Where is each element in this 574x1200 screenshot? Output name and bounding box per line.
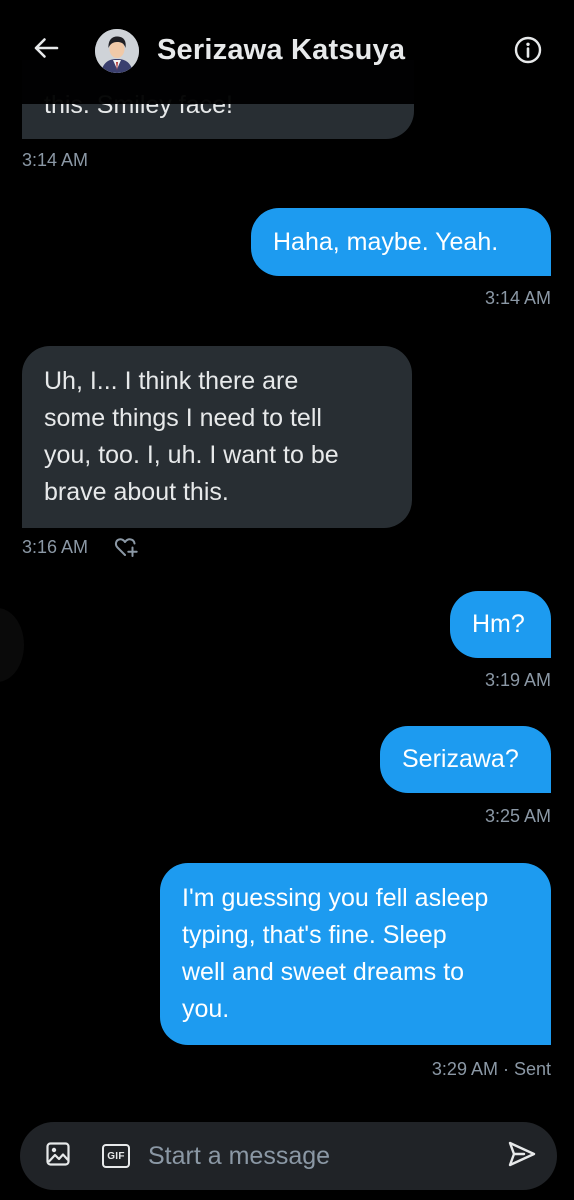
- dm-conversation-screen: this. Smiley face! 3:14 AM Haha, maybe. …: [0, 0, 574, 1200]
- message-line: well and sweet dreams to: [182, 958, 465, 986]
- arrow-left-icon: [32, 34, 60, 67]
- message-line: Hm?: [472, 610, 525, 638]
- message-bubble-sent[interactable]: Serizawa?: [380, 726, 551, 793]
- back-button[interactable]: [26, 30, 66, 70]
- message-bubble-received[interactable]: Uh, I... I think there are some things I…: [22, 346, 412, 528]
- message-bubble-sent[interactable]: Hm?: [450, 591, 551, 658]
- message-line: you.: [182, 995, 230, 1023]
- message-status-timestamp: 3:29 AM · Sent: [431, 1059, 551, 1079]
- add-photo-button[interactable]: [42, 1140, 74, 1172]
- message-timestamp: 3:19 AM: [484, 670, 551, 690]
- message-line: Serizawa?: [402, 745, 519, 773]
- message-line: typing, that's fine. Sleep: [182, 921, 447, 949]
- avatar[interactable]: [95, 29, 139, 73]
- message-timestamp: 3:14 AM: [22, 150, 89, 170]
- conversation-info-button[interactable]: [510, 34, 546, 70]
- contact-name[interactable]: Serizawa Katsuya: [157, 34, 405, 67]
- message-line: I'm guessing you fell asleep: [182, 884, 489, 912]
- gif-icon: GIF: [102, 1144, 130, 1168]
- message-line: Haha, maybe. Yeah.: [273, 228, 499, 256]
- send-button[interactable]: [506, 1140, 538, 1172]
- message-line: you, too. I, uh. I want to be: [44, 441, 339, 469]
- image-icon: [45, 1141, 71, 1172]
- scroll-edge-indicator: [0, 608, 24, 682]
- message-bubble-sent[interactable]: Haha, maybe. Yeah.: [251, 208, 551, 276]
- message-line: Uh, I... I think there are: [44, 367, 299, 395]
- info-icon: [513, 35, 543, 70]
- message-line: brave about this.: [44, 478, 229, 506]
- message-input[interactable]: [148, 1134, 488, 1178]
- message-timestamp: 3:16 AM: [22, 537, 89, 557]
- send-icon: [507, 1139, 537, 1174]
- gif-label: GIF: [107, 1150, 125, 1162]
- heart-plus-icon[interactable]: [114, 536, 138, 558]
- message-timestamp: 3:25 AM: [484, 806, 551, 826]
- message-line: some things I need to tell: [44, 404, 322, 432]
- conversation-header: Serizawa Katsuya: [0, 0, 574, 104]
- message-timestamp: 3:14 AM: [484, 288, 551, 308]
- message-bubble-sent[interactable]: I'm guessing you fell asleep typing, tha…: [160, 863, 551, 1045]
- add-gif-button[interactable]: GIF: [100, 1140, 132, 1172]
- message-composer: GIF: [20, 1122, 557, 1190]
